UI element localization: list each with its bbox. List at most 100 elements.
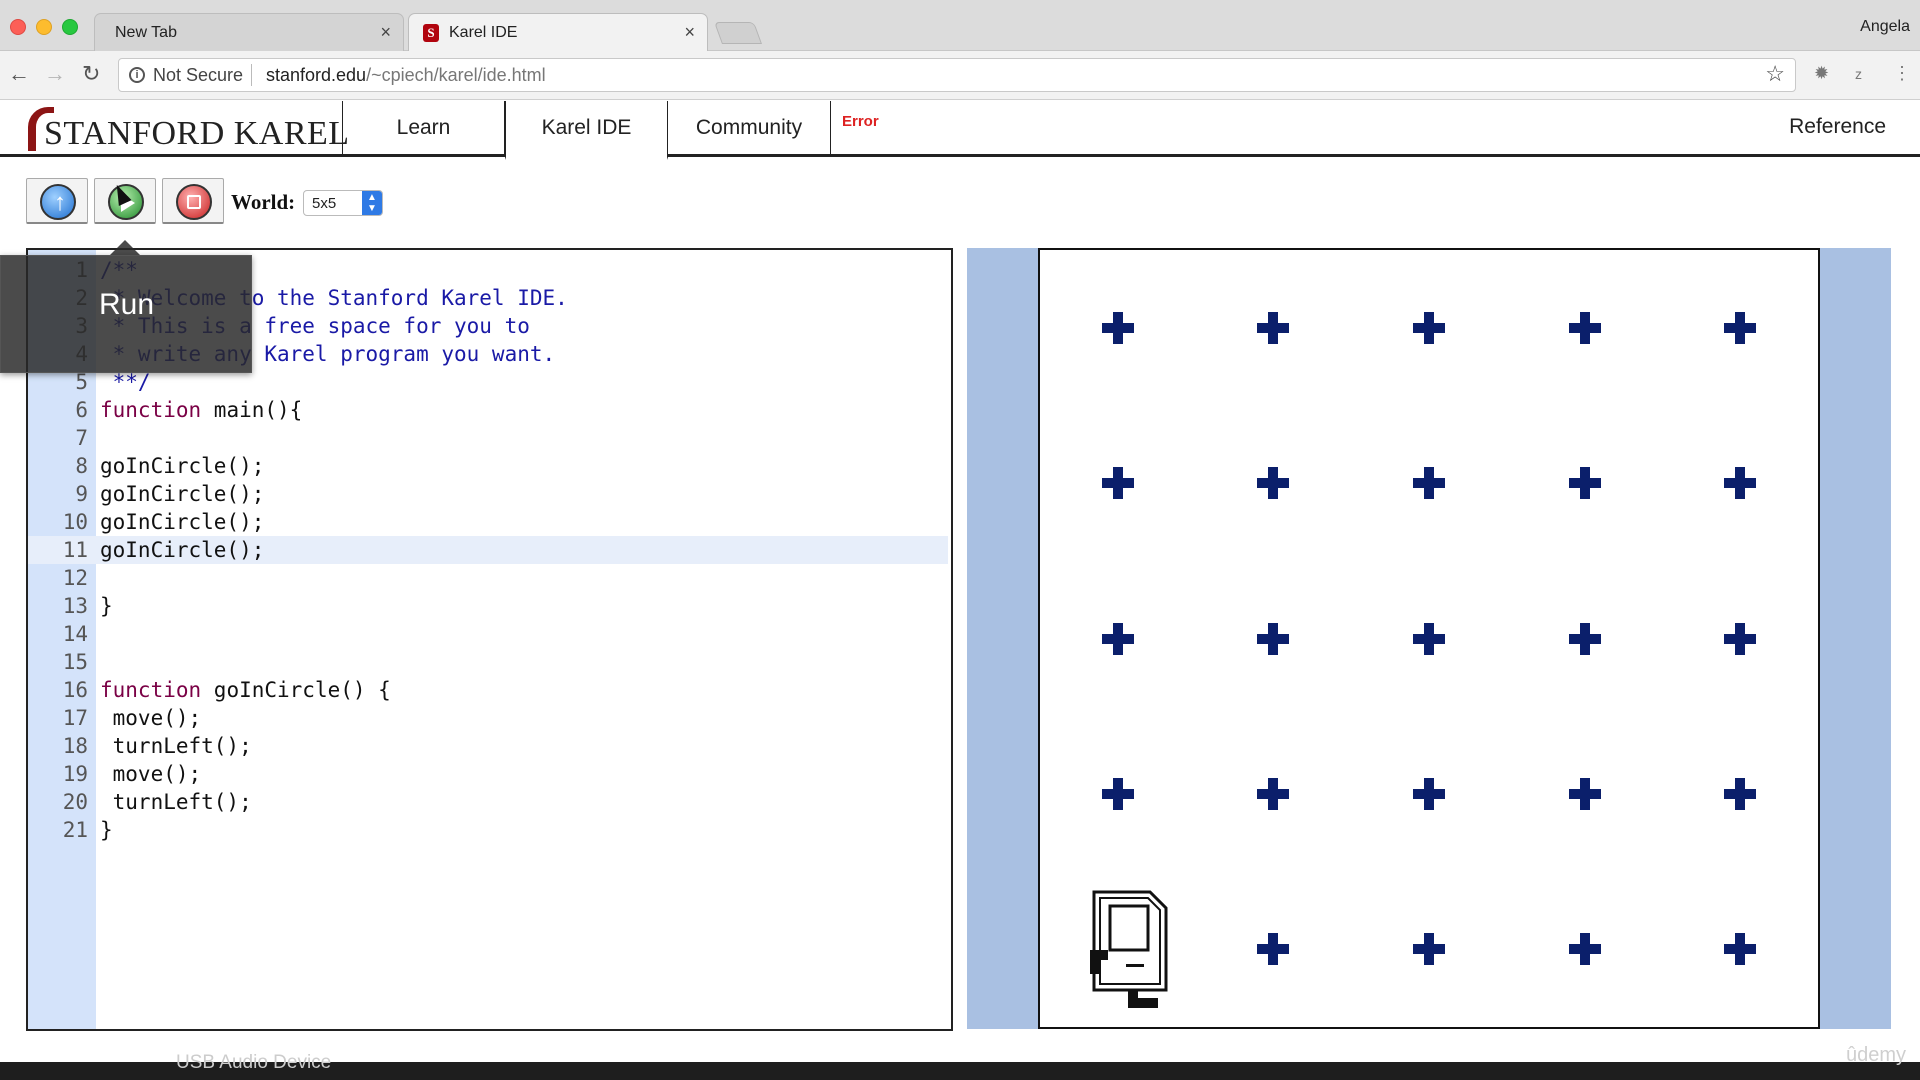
forward-arrow-icon[interactable]: →	[44, 61, 66, 87]
corner-marker-icon	[1101, 311, 1134, 344]
line-number: 12	[62, 566, 88, 590]
code-line[interactable]: 10 goInCircle();	[28, 508, 948, 536]
tab-close-icon[interactable]: ×	[684, 22, 695, 43]
stop-button[interactable]	[162, 178, 224, 224]
minimize-window-button[interactable]	[36, 19, 52, 35]
url-path: /~cpiech/karel/ide.html	[366, 65, 546, 85]
keyword-text: function	[100, 678, 202, 702]
code-text: }	[100, 594, 113, 618]
line-number: 15	[62, 650, 88, 674]
corner-marker-icon	[1568, 467, 1601, 500]
code-line[interactable]: 15	[28, 648, 948, 676]
corner-marker-icon	[1257, 777, 1290, 810]
line-number: 10	[62, 510, 88, 534]
corner-marker-icon	[1724, 933, 1757, 966]
back-arrow-icon[interactable]: ←	[8, 61, 30, 87]
tab-new-tab[interactable]: New Tab ×	[94, 13, 404, 51]
bookmark-star-icon[interactable]: ☆	[1765, 61, 1785, 87]
code-text: function goInCircle() {	[100, 676, 391, 704]
code-line[interactable]: 21}	[28, 816, 948, 844]
line-number: 19	[62, 762, 88, 786]
nav-community[interactable]: Community	[668, 101, 831, 157]
line-number: 16	[62, 678, 88, 702]
security-status: Not Secure	[153, 65, 244, 85]
line-number: 9	[75, 482, 88, 506]
code-text: goInCircle();	[100, 538, 265, 562]
divider	[251, 64, 252, 86]
code-line[interactable]: 6 function main(){	[28, 396, 948, 424]
keyword-text: function	[100, 398, 202, 422]
code-line[interactable]: 14	[28, 620, 948, 648]
profile-name[interactable]: Angela	[1860, 18, 1910, 36]
extension-z-icon[interactable]: z	[1855, 66, 1862, 82]
code-text: move();	[100, 762, 202, 786]
corner-marker-icon	[1101, 622, 1134, 655]
address-bar[interactable]: i Not Secure stanford.edu/~cpiech/karel/…	[118, 58, 1796, 92]
udemy-watermark: ûdemy	[1845, 1044, 1906, 1066]
line-number: 11	[62, 538, 88, 562]
code-rest-text: goInCircle() {	[201, 678, 391, 702]
corner-marker-icon	[1413, 622, 1445, 655]
site-header: STANFORD KAREL Learn Karel IDE Community…	[0, 101, 1920, 160]
code-line[interactable]: 11 goInCircle();	[28, 536, 948, 564]
code-line[interactable]: 16 function goInCircle() {	[28, 676, 948, 704]
code-rest-text: main(){	[201, 398, 303, 422]
corner-marker-icon	[1257, 467, 1290, 500]
nav-karel-ide[interactable]: Karel IDE	[505, 101, 668, 160]
corner-marker-icon	[1568, 311, 1601, 344]
corner-marker-icon	[1724, 311, 1757, 344]
world-select-value: 5x5	[312, 195, 337, 212]
code-text: function main(){	[100, 396, 302, 424]
world-label: World:	[231, 190, 296, 214]
nav-reference[interactable]: Reference	[1789, 115, 1886, 139]
close-window-button[interactable]	[10, 19, 26, 35]
maximize-window-button[interactable]	[62, 19, 78, 35]
code-text: turnLeft();	[100, 734, 252, 758]
tab-karel-ide[interactable]: S Karel IDE ×	[408, 13, 708, 51]
nav-learn[interactable]: Learn	[342, 101, 505, 157]
corner-marker-icon	[1413, 311, 1445, 344]
corner-marker-icon	[1413, 467, 1445, 500]
code-text: goInCircle();	[100, 454, 265, 478]
browser-toolbar: ← → ↻ i Not Secure stanford.edu/~cpiech/…	[0, 51, 1920, 100]
url-text[interactable]: stanford.edu/~cpiech/karel/ide.html	[266, 65, 546, 86]
tooltip-arrow	[110, 240, 140, 255]
reload-icon[interactable]: ↻	[82, 61, 100, 87]
line-number: 20	[62, 790, 88, 814]
extension-bug-icon[interactable]: ✹	[1814, 63, 1829, 84]
code-line[interactable]: 20 turnLeft();	[28, 788, 948, 816]
upload-button[interactable]: ↑	[26, 178, 88, 224]
code-line[interactable]: 19 move();	[28, 760, 948, 788]
code-line[interactable]: 13}	[28, 592, 948, 620]
up-arrow-icon: ↑	[40, 184, 76, 220]
url-host: stanford.edu	[266, 65, 367, 85]
new-tab-button[interactable]	[713, 22, 763, 44]
browser-tab-bar: New Tab × S Karel IDE × Angela	[0, 0, 1920, 51]
code-line[interactable]: 9 goInCircle();	[28, 480, 948, 508]
line-number: 6	[75, 398, 88, 422]
stop-icon	[176, 184, 212, 220]
info-icon[interactable]: i	[129, 67, 145, 83]
code-line[interactable]: 17 move();	[28, 704, 948, 732]
corner-marker-icon	[1724, 777, 1757, 810]
menu-kebab-icon[interactable]: ⋮	[1893, 63, 1911, 84]
world-select[interactable]: 5x5 ▲ ▼	[303, 190, 383, 216]
tab-close-icon[interactable]: ×	[380, 22, 391, 43]
tab-label: Karel IDE	[449, 24, 518, 41]
corner-marker-icon	[1568, 622, 1601, 655]
corner-marker-icon	[1413, 933, 1445, 966]
code-text: turnLeft();	[100, 790, 252, 814]
code-line[interactable]: 8 goInCircle();	[28, 452, 948, 480]
line-number: 7	[75, 426, 88, 450]
error-label: Error	[842, 113, 879, 130]
corner-marker-icon	[1101, 777, 1134, 810]
code-line[interactable]: 18 turnLeft();	[28, 732, 948, 760]
tooltip-text: Run	[99, 288, 155, 321]
line-number: 14	[62, 622, 88, 646]
corner-marker-icon	[1724, 467, 1757, 500]
code-text: move();	[100, 706, 202, 730]
logo-text: STANFORD KAREL	[44, 115, 350, 152]
corner-marker-icon	[1257, 311, 1290, 344]
code-line[interactable]: 7	[28, 424, 948, 452]
code-line[interactable]: 12	[28, 564, 948, 592]
